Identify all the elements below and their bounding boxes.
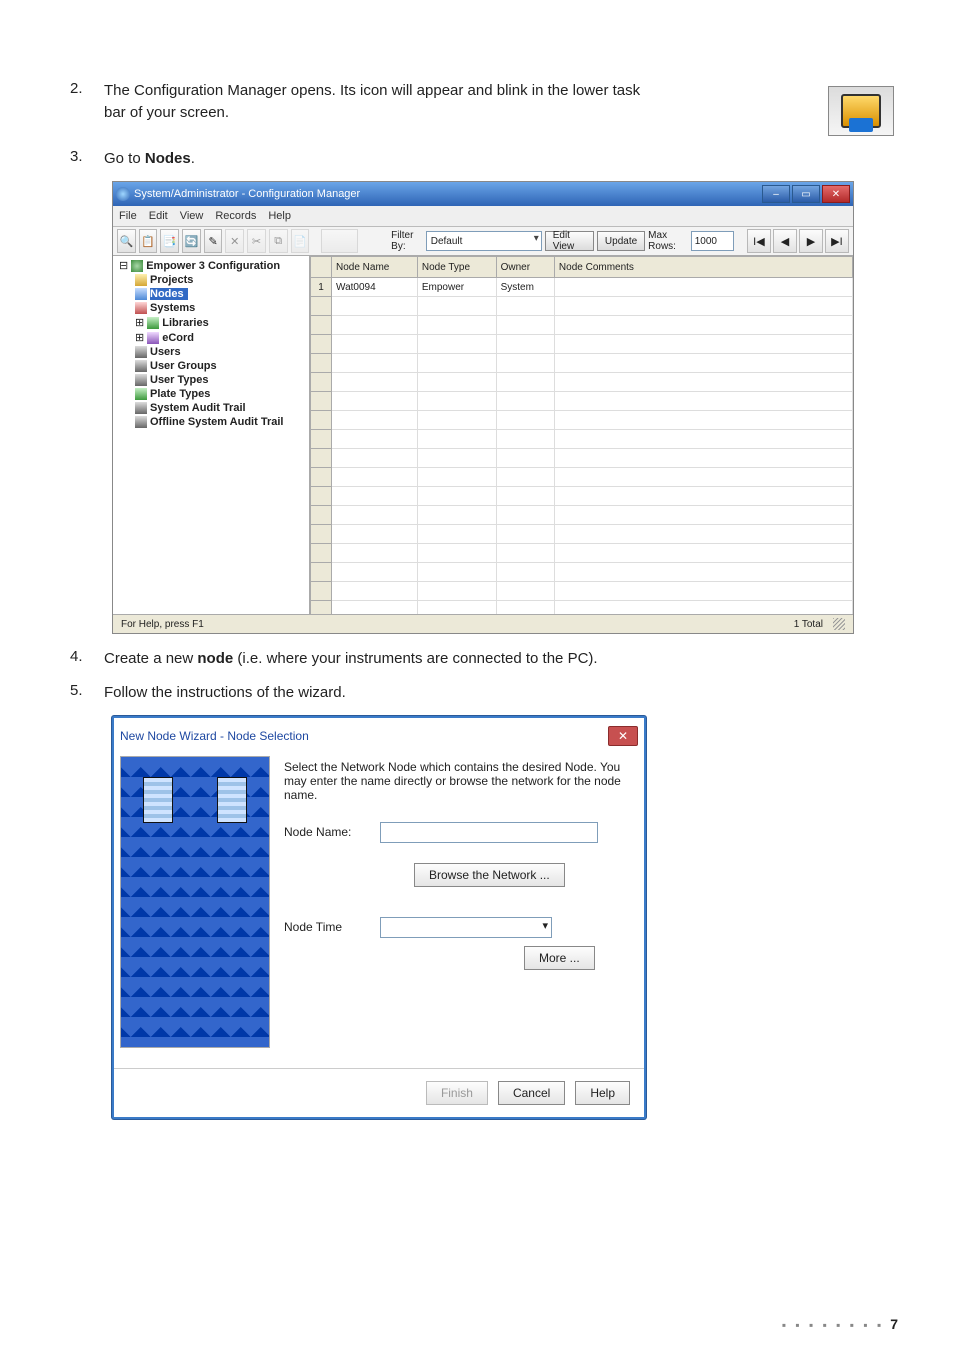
node-time-select[interactable] <box>380 917 552 938</box>
table-row <box>311 487 853 506</box>
step-3-text: Go to Nodes. <box>104 148 904 170</box>
window-titlebar: System/Administrator - Configuration Man… <box>113 182 853 206</box>
toolbar-btn-copy[interactable]: ⧉ <box>269 229 288 253</box>
toolbar-btn-3[interactable]: 📑 <box>160 229 179 253</box>
table-row <box>311 430 853 449</box>
tree-audit[interactable]: System Audit Trail <box>115 401 307 415</box>
config-tree: ⊟Empower 3 Configuration Projects Nodes … <box>113 256 310 614</box>
tree-offlineaudit[interactable]: Offline System Audit Trail <box>115 415 307 429</box>
table-row <box>311 468 853 487</box>
page-footer: ▪ ▪ ▪ ▪ ▪ ▪ ▪ ▪7 <box>782 1316 898 1332</box>
menu-bar: File Edit View Records Help <box>113 206 853 227</box>
node-name-input[interactable] <box>380 822 598 843</box>
toolbar-btn-5[interactable]: ✎ <box>204 229 223 253</box>
nav-next-button[interactable]: ▶ <box>799 229 823 253</box>
col-nodetype[interactable]: Node Type <box>417 257 496 278</box>
tree-root[interactable]: ⊟Empower 3 Configuration <box>115 258 307 273</box>
new-node-wizard-screenshot: New Node Wizard - Node Selection ✕ Selec… <box>112 716 646 1119</box>
col-nodename[interactable]: Node Name <box>332 257 418 278</box>
menu-edit[interactable]: Edit <box>149 210 168 222</box>
step-3-number: 3. <box>70 148 104 170</box>
menu-file[interactable]: File <box>119 210 137 222</box>
maximize-button[interactable]: ▭ <box>792 185 820 203</box>
resize-grip-icon[interactable] <box>833 618 845 630</box>
col-owner[interactable]: Owner <box>496 257 554 278</box>
table-row <box>311 525 853 544</box>
step-5-text: Follow the instructions of the wizard. <box>104 682 904 704</box>
status-bar: For Help, press F1 1 Total <box>113 614 853 633</box>
toolbar-btn-4[interactable]: 🔄 <box>182 229 201 253</box>
step-4-number: 4. <box>70 648 104 670</box>
step-2-number: 2. <box>70 80 104 124</box>
status-right: 1 Total <box>794 619 823 630</box>
tree-libraries[interactable]: ⊞Libraries <box>115 315 307 330</box>
wizard-banner-image <box>120 756 270 1048</box>
toolbar-btn-cut[interactable]: ✂ <box>247 229 266 253</box>
taskbar-blink-icon <box>828 86 894 136</box>
table-row <box>311 354 853 373</box>
tree-usergroups[interactable]: User Groups <box>115 359 307 373</box>
filter-select[interactable]: Default <box>426 231 542 251</box>
tree-projects[interactable]: Projects <box>115 273 307 287</box>
table-row <box>311 373 853 392</box>
window-title: System/Administrator - Configuration Man… <box>134 188 360 200</box>
browse-network-button[interactable]: Browse the Network ... <box>414 863 565 887</box>
step-4-text: Create a new node (i.e. where your instr… <box>104 648 904 670</box>
wizard-description: Select the Network Node which contains t… <box>284 760 630 802</box>
table-row <box>311 297 853 316</box>
menu-records[interactable]: Records <box>215 210 256 222</box>
step-5-number: 5. <box>70 682 104 704</box>
tree-ecord[interactable]: ⊞eCord <box>115 330 307 345</box>
help-button[interactable]: Help <box>575 1081 630 1105</box>
tree-users[interactable]: Users <box>115 345 307 359</box>
table-row <box>311 563 853 582</box>
tree-systems[interactable]: Systems <box>115 301 307 315</box>
table-row <box>311 316 853 335</box>
table-row <box>311 544 853 563</box>
table-row <box>311 601 853 615</box>
toolbar-btn-6[interactable]: ✕ <box>225 229 244 253</box>
config-manager-screenshot: System/Administrator - Configuration Man… <box>112 181 854 634</box>
update-button[interactable]: Update <box>597 231 645 251</box>
tree-platetypes[interactable]: Plate Types <box>115 387 307 401</box>
tree-usertypes[interactable]: User Types <box>115 373 307 387</box>
edit-view-button[interactable]: Edit View <box>545 231 594 251</box>
cancel-button[interactable]: Cancel <box>498 1081 565 1105</box>
more-button[interactable]: More ... <box>524 946 595 970</box>
node-name-label: Node Name: <box>284 825 380 839</box>
col-comments[interactable]: Node Comments <box>554 257 852 278</box>
status-left: For Help, press F1 <box>121 619 204 630</box>
menu-help[interactable]: Help <box>268 210 291 222</box>
node-time-label: Node Time <box>284 920 380 934</box>
table-row <box>311 449 853 468</box>
nav-last-button[interactable]: ▶I <box>825 229 849 253</box>
nodes-table: Node Name Node Type Owner Node Comments … <box>310 256 853 614</box>
table-row <box>311 582 853 601</box>
nav-first-button[interactable]: I◀ <box>747 229 771 253</box>
toolbar: 🔍 📋 📑 🔄 ✎ ✕ ✂ ⧉ 📄 Filter By: Default Edi… <box>113 227 853 256</box>
toolbar-btn-1[interactable]: 🔍 <box>117 229 136 253</box>
nav-prev-button[interactable]: ◀ <box>773 229 797 253</box>
table-row <box>311 392 853 411</box>
finish-button: Finish <box>426 1081 488 1105</box>
wizard-title: New Node Wizard - Node Selection <box>120 729 309 743</box>
toolbar-btn-paste[interactable]: 📄 <box>291 229 310 253</box>
toolbar-btn-2[interactable]: 📋 <box>139 229 158 253</box>
close-button[interactable]: ✕ <box>822 185 850 203</box>
minimize-button[interactable]: ‒ <box>762 185 790 203</box>
col-rownum[interactable] <box>311 257 332 278</box>
table-row <box>311 335 853 354</box>
maxrows-input[interactable]: 1000 <box>691 231 734 251</box>
table-row[interactable]: 1 Wat0094 Empower System <box>311 278 853 297</box>
tree-nodes[interactable]: Nodes <box>115 287 307 301</box>
toolbar-toggle[interactable] <box>321 229 358 253</box>
menu-view[interactable]: View <box>180 210 204 222</box>
step-2-text: The Configuration Manager opens. Its ico… <box>104 80 664 124</box>
table-row <box>311 506 853 525</box>
filter-label: Filter By: <box>391 230 423 252</box>
table-row <box>311 411 853 430</box>
app-icon <box>116 187 130 201</box>
maxrows-label: Max Rows: <box>648 230 688 252</box>
wizard-close-button[interactable]: ✕ <box>608 726 638 746</box>
